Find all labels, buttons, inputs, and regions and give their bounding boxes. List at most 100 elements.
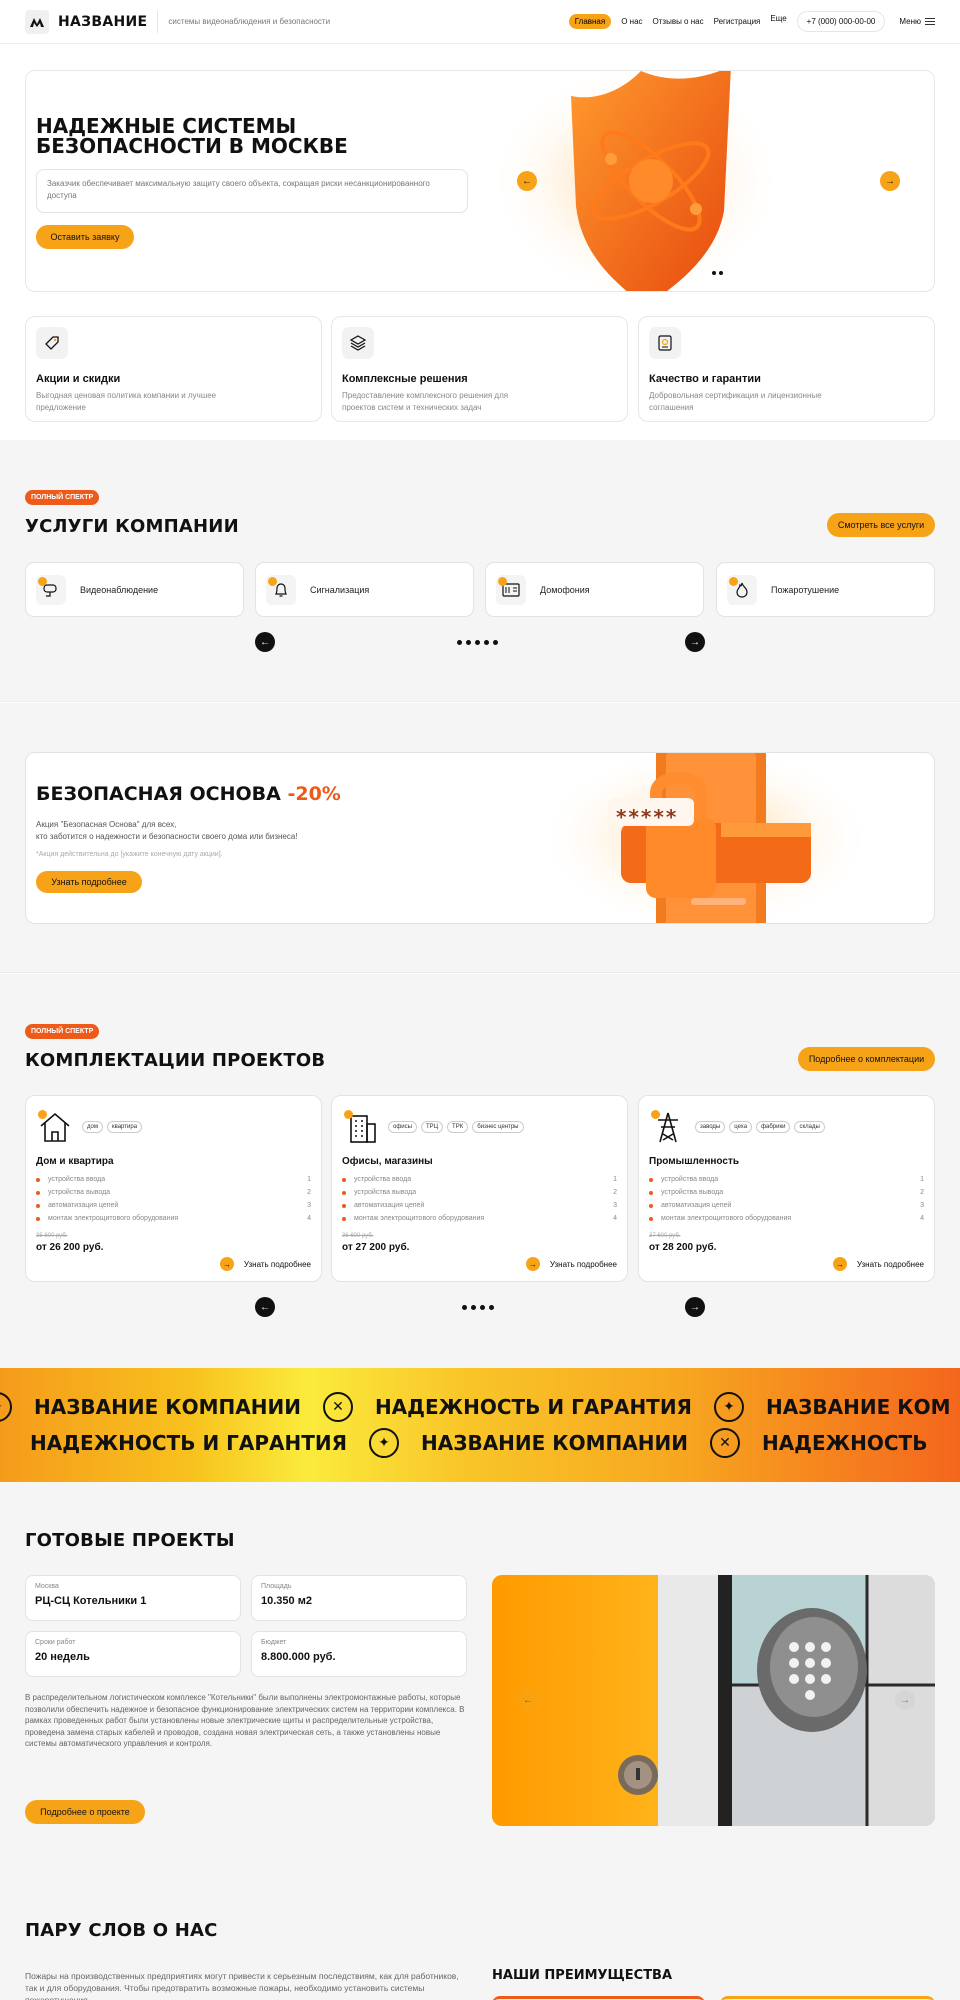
- promo-text: Акция "Безопасная Основа" для всех, кто …: [36, 819, 336, 843]
- feature-card-discounts[interactable]: Акции и скидки Выгодная ценовая политика…: [25, 316, 322, 422]
- price: от 28 200 руб.: [649, 1242, 717, 1253]
- layers-icon: [342, 327, 374, 359]
- advantage-card[interactable]: [720, 1996, 935, 2000]
- project-prev-button[interactable]: ←: [518, 1690, 538, 1710]
- tag[interactable]: заводы: [695, 1121, 726, 1133]
- tag-icon: [36, 327, 68, 359]
- tag[interactable]: склады: [794, 1121, 825, 1133]
- phone-lock-illustration: [536, 753, 866, 923]
- tag[interactable]: ТРК: [447, 1121, 469, 1133]
- header: НАЗВАНИЕ системы видеонаблюдения и безоп…: [0, 0, 960, 44]
- list-item: устройства вывода 2: [342, 1186, 617, 1199]
- feature-text: Добровольная сертификация и лицензионные…: [649, 391, 822, 412]
- marquee-text: НАЗВАНИЕ КОМПАНИИ: [421, 1431, 688, 1455]
- nav-item-register[interactable]: Регистрация: [714, 17, 761, 26]
- burger-icon: [925, 18, 935, 25]
- intercom-icon: [496, 574, 526, 605]
- feature-title: Акции и скидки: [36, 373, 121, 385]
- ready-description: В распределительном логистическом компле…: [25, 1693, 465, 1748]
- service-card-fire[interactable]: Пожаротушение: [716, 562, 935, 617]
- feature-card-quality[interactable]: Качество и гарантии Добровольная сертифи…: [638, 316, 935, 422]
- project-details-button[interactable]: Подробнее о проекте: [25, 1800, 145, 1824]
- services-next-button[interactable]: →: [685, 632, 705, 652]
- services-prev-button[interactable]: ←: [255, 632, 275, 652]
- feature-card-complex[interactable]: Комплексные решения Предоставление компл…: [331, 316, 628, 422]
- list-item: устройства вывода 2: [649, 1186, 924, 1199]
- house-icon: [36, 1108, 74, 1146]
- service-card-video[interactable]: Видеонаблюдение: [25, 562, 244, 617]
- project-more-link[interactable]: → Узнать подробнее: [832, 1257, 924, 1271]
- promo-title-text: БЕЗОПАСНАЯ ОСНОВА: [36, 783, 281, 805]
- list-item: автоматизация цепей 3: [36, 1199, 311, 1212]
- projects-title: КОМПЛЕКТАЦИИ ПРОЕКТОВ: [25, 1050, 326, 1071]
- nav-item-about[interactable]: О нас: [621, 17, 642, 26]
- project-card-home[interactable]: дом квартира Дом и квартира устройства в…: [25, 1095, 322, 1282]
- tag[interactable]: дом: [82, 1121, 103, 1133]
- promo-more-button[interactable]: Узнать подробнее: [36, 871, 142, 893]
- tag[interactable]: цеха: [729, 1121, 753, 1133]
- feature-title: Качество и гарантии: [649, 373, 761, 385]
- marquee-text: НАЗВАНИЕ КОМПАНИИ: [34, 1395, 301, 1419]
- hero-prev-button[interactable]: ←: [517, 171, 537, 191]
- nav-item-more[interactable]: Еще: [770, 14, 786, 23]
- service-card-alarm[interactable]: Сигнализация: [255, 562, 474, 617]
- list-item: автоматизация цепей 3: [649, 1199, 924, 1212]
- project-items: устройства ввода 1 устройства вывода 2 авт…: [649, 1173, 924, 1225]
- service-card-intercom[interactable]: Домофония: [485, 562, 704, 617]
- advantages-title: НАШИ ПРЕИМУЩЕСТВА: [492, 1968, 673, 1983]
- tag[interactable]: офисы: [388, 1121, 417, 1133]
- list-item: монтаж электрощитового оборудования 4: [649, 1212, 924, 1225]
- list-item: устройства ввода 1: [36, 1173, 311, 1186]
- advantage-card[interactable]: [492, 1996, 705, 2000]
- projects-prev-button[interactable]: ←: [255, 1297, 275, 1317]
- page: НАЗВАНИЕ системы видеонаблюдения и безоп…: [0, 0, 960, 2000]
- nav-item-reviews[interactable]: Отзывы о нас: [653, 17, 704, 26]
- request-button[interactable]: Оставить заявку: [36, 225, 134, 249]
- feature-text: Выгодная ценовая политика компании и луч…: [36, 391, 217, 412]
- project-card-industry[interactable]: заводы цеха фабрики склады Промышленност…: [638, 1095, 935, 1282]
- arrow-right-icon: →: [219, 1257, 234, 1271]
- ready-title: ГОТОВЫЕ ПРОЕКТЫ: [25, 1530, 235, 1551]
- divider: [157, 10, 159, 33]
- tag[interactable]: фабрики: [756, 1121, 791, 1133]
- list-item: устройства ввода 1: [342, 1173, 617, 1186]
- service-label: Пожаротушение: [771, 584, 840, 595]
- projects-more-button[interactable]: Подробнее о комплектации: [798, 1047, 935, 1071]
- phone-button[interactable]: +7 (000) 000-00-00: [796, 11, 886, 32]
- tag[interactable]: ТРЦ: [420, 1121, 444, 1133]
- services-pagination[interactable]: [457, 640, 498, 645]
- tag[interactable]: бизнес центры: [472, 1121, 524, 1133]
- about-title: ПАРУ СЛОВ О НАС: [25, 1920, 218, 1941]
- hero-banner: НАДЕЖНЫЕ СИСТЕМЫ БЕЗОПАСНОСТИ В МОСКВЕ З…: [25, 70, 935, 292]
- feature-title: Комплексные решения: [342, 373, 468, 385]
- fact-label: Бюджет: [261, 1639, 287, 1646]
- project-card-office[interactable]: офисы ТРЦ ТРК бизнес центры Офисы, магаз…: [331, 1095, 628, 1282]
- main-nav: Главная О нас Отзывы о нас Регистрация Е…: [568, 11, 935, 32]
- list-item: монтаж электрощитового оборудования 4: [342, 1212, 617, 1225]
- project-more-link[interactable]: → Узнать подробнее: [525, 1257, 617, 1271]
- promo-discount: -20%: [287, 783, 341, 805]
- project-next-button[interactable]: →: [895, 1690, 915, 1710]
- all-services-button[interactable]: Смотреть все услуги: [827, 513, 935, 537]
- logo-icon[interactable]: [25, 9, 49, 34]
- menu-button[interactable]: Меню: [899, 17, 935, 26]
- nav-item-home[interactable]: Главная: [568, 14, 612, 29]
- projects-next-button[interactable]: →: [685, 1297, 705, 1317]
- fact-card-location: Москва РЦ-СЦ Котельники 1: [25, 1575, 241, 1621]
- project-more-link[interactable]: → Узнать подробнее: [219, 1257, 311, 1271]
- marquee-text: НАДЕЖНОСТЬ И ГАРАНТИЯ: [30, 1431, 348, 1455]
- fact-value: 10.350 м2: [261, 1595, 312, 1607]
- projects-pagination[interactable]: [462, 1305, 494, 1310]
- power-tower-icon: [649, 1108, 687, 1146]
- logo-text[interactable]: НАЗВАНИЕ: [58, 14, 147, 30]
- list-item: устройства вывода 2: [36, 1186, 311, 1199]
- hero-next-button[interactable]: →: [880, 171, 900, 191]
- star-icon: ✦: [713, 1392, 744, 1422]
- promo-note: *Акция действительна до [укажите конечну…: [36, 851, 223, 858]
- projects-badge: ПОЛНЫЙ СПЕКТР: [25, 1024, 100, 1039]
- old-price: 37 600 руб.: [649, 1233, 681, 1239]
- hero-description: Заказчик обеспечивает максимальную защит…: [36, 169, 468, 213]
- star-icon: ✦: [0, 1392, 12, 1422]
- tag[interactable]: квартира: [106, 1121, 143, 1133]
- hero-pagination[interactable]: [712, 271, 723, 275]
